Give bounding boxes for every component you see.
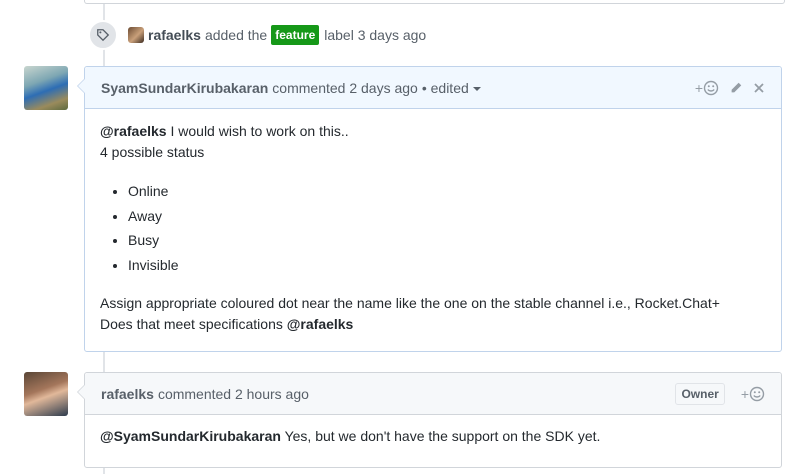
close-icon[interactable] (753, 82, 765, 94)
list-item: Away (128, 204, 766, 229)
owner-badge: Owner (675, 382, 725, 405)
comment: SyamSundarKirubakaran commented 2 days a… (77, 66, 782, 352)
tag-icon (88, 20, 118, 50)
add-reaction-button[interactable]: + (695, 80, 719, 96)
edited-dropdown[interactable]: • edited (422, 80, 481, 96)
mention-link[interactable]: @SyamSundarKirubakaran (100, 428, 281, 444)
event-action: added the (204, 27, 268, 43)
body-text: 4 possible status (100, 144, 205, 160)
comment: rafaelks commented 2 hours ago Owner + @… (77, 372, 782, 468)
comment-timestamp[interactable]: commented 2 hours ago (158, 386, 309, 402)
chevron-down-icon (472, 86, 481, 91)
smiley-icon (703, 80, 719, 95)
label-event: rafaelks added the feature label 3 days … (88, 20, 426, 50)
smiley-icon (749, 386, 765, 401)
comment-caret (69, 384, 85, 400)
edited-label: • edited (421, 79, 469, 96)
list-item: Busy (128, 228, 766, 253)
status-list: Online Away Busy Invisible (100, 179, 766, 277)
comment-header: rafaelks commented 2 hours ago Owner + (85, 373, 781, 415)
comment-body: @rafaelks I would wish to work on this..… (85, 109, 781, 347)
list-item: Online (128, 179, 766, 204)
comment-author-link[interactable]: rafaelks (101, 386, 154, 402)
feature-label[interactable]: feature (271, 25, 320, 45)
body-text: Yes, but we don't have the support on th… (280, 428, 601, 444)
plus-label: + (694, 79, 703, 96)
avatar[interactable] (128, 27, 144, 43)
mention-link[interactable]: @rafaelks (100, 123, 167, 139)
avatar[interactable] (24, 372, 68, 416)
comment-timestamp[interactable]: commented 2 days ago (272, 80, 418, 96)
comment-caret (69, 78, 85, 94)
comment-author-link[interactable]: SyamSundarKirubakaran (101, 80, 268, 96)
list-item: Invisible (128, 253, 766, 278)
body-text: Assign appropriate coloured dot near the… (100, 295, 720, 311)
previous-comment-edge (84, 0, 785, 4)
pencil-icon[interactable] (729, 81, 743, 95)
mention-link[interactable]: @rafaelks (287, 316, 354, 332)
comment-header: SyamSundarKirubakaran commented 2 days a… (85, 67, 781, 109)
event-author-link[interactable]: rafaelks (148, 27, 201, 43)
body-text: Does that meet specifications (100, 316, 287, 332)
comment-body: @SyamSundarKirubakaran Yes, but we don't… (85, 415, 781, 459)
event-time: label 3 days ago (324, 27, 427, 43)
plus-label: + (740, 385, 749, 402)
body-text: I would wish to work on this.. (166, 123, 349, 139)
avatar[interactable] (24, 66, 68, 110)
add-reaction-button[interactable]: + (741, 386, 765, 402)
